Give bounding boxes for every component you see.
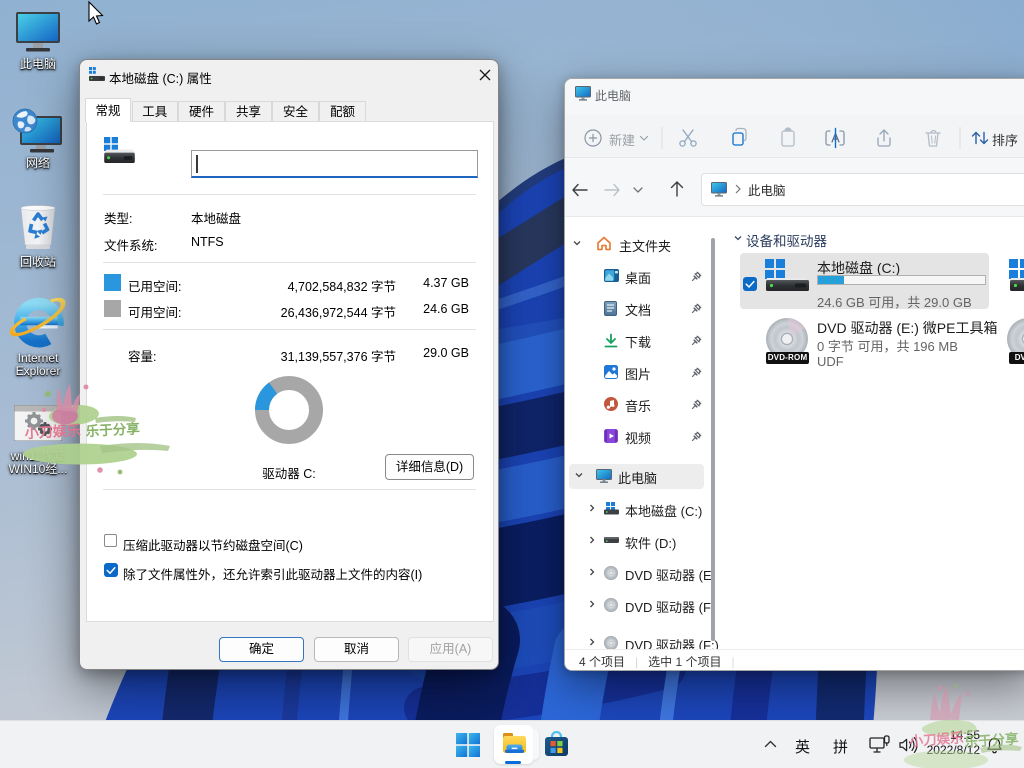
svg-text:小刀娱乐: 小刀娱乐 xyxy=(909,729,964,749)
svg-text:乐于分享: 乐于分享 xyxy=(85,420,140,439)
svg-text:小刀娱乐: 小刀娱乐 xyxy=(24,422,81,441)
